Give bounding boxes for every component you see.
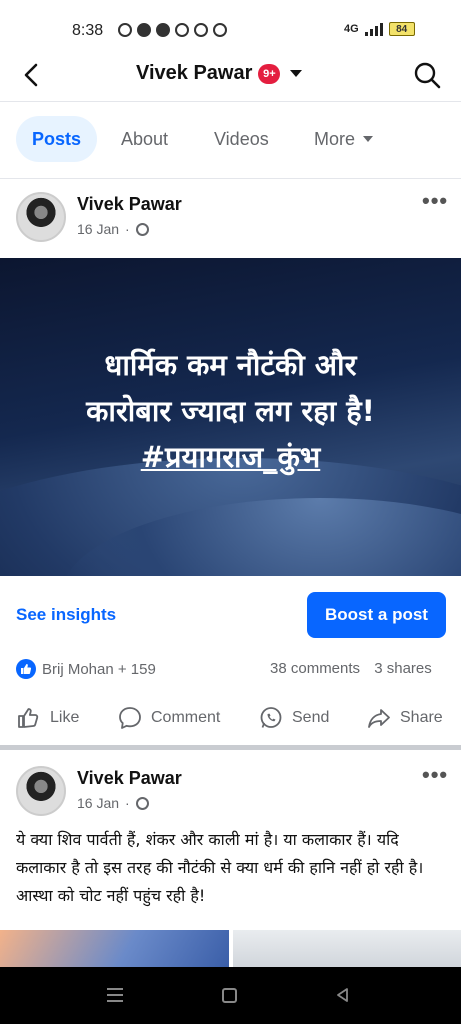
post-meta: 16 Jan ·: [77, 795, 149, 811]
share-icon: [368, 709, 390, 728]
globe-icon: [135, 796, 149, 810]
post-text: ये क्या शिव पार्वती हैं, शंकर और काली मा…: [16, 830, 424, 905]
like-label: Like: [50, 709, 80, 726]
chevron-down-icon: [290, 70, 303, 77]
avatar[interactable]: [16, 192, 66, 242]
share-button[interactable]: Share: [366, 702, 443, 734]
shares-count[interactable]: 3 shares: [374, 660, 432, 677]
signal-icon: [364, 22, 383, 36]
send-label: Send: [292, 709, 330, 726]
status-bar: 8:38 4G 84: [0, 0, 461, 60]
tab-more[interactable]: More: [314, 116, 374, 162]
camera-icon: [194, 23, 208, 37]
post-date[interactable]: 16 Jan: [77, 795, 119, 811]
more-options-icon[interactable]: •••: [422, 762, 448, 788]
status-time: 8:38: [72, 22, 104, 39]
home-icon[interactable]: [222, 988, 237, 1003]
banner-text: धार्मिक कम नौटंकी और कारोबार ज्यादा लग र…: [0, 342, 461, 480]
reaction-summary[interactable]: Brij Mohan + 159: [16, 659, 156, 679]
reaction-names: Brij Mohan + 159: [42, 660, 156, 678]
page-header: Vivek Pawar 9+: [0, 52, 461, 100]
send-button[interactable]: Send: [258, 702, 329, 734]
profile-tabs: Posts About Videos More: [0, 116, 461, 166]
tab-about[interactable]: About: [121, 116, 168, 162]
post-date[interactable]: 16 Jan: [77, 221, 119, 237]
like-reaction-icon: [16, 659, 36, 679]
banner-hashtag[interactable]: #प्रयागराज_कुंभ: [0, 434, 461, 480]
like-icon: [18, 708, 39, 728]
facebook-icon: [156, 23, 170, 37]
more-options-icon[interactable]: •••: [422, 188, 448, 214]
back-arrow-icon[interactable]: [18, 60, 48, 90]
status-right: 4G 84: [344, 22, 415, 36]
profile-switcher[interactable]: Vivek Pawar 9+: [136, 62, 303, 85]
tab-videos-label: Videos: [214, 128, 269, 149]
post-image[interactable]: धार्मिक कम नौटंकी और कारोबार ज्यादा लग र…: [0, 258, 461, 576]
battery-icon: 84: [388, 22, 415, 36]
back-icon[interactable]: [335, 987, 351, 1003]
comment-icon: [119, 707, 141, 729]
tab-more-label: More: [314, 128, 356, 149]
engagement-counts: 38 comments 3 shares: [270, 660, 432, 677]
whatsapp-icon: [118, 23, 132, 37]
post-separator: [0, 745, 461, 750]
post-image[interactable]: [233, 930, 461, 970]
notification-icons: [118, 23, 227, 37]
see-insights-link[interactable]: See insights: [16, 605, 116, 625]
post-author[interactable]: Vivek Pawar: [77, 194, 182, 215]
boost-post-button[interactable]: Boost a post: [307, 592, 446, 638]
network-label: 4G: [344, 23, 359, 35]
share-label: Share: [400, 709, 443, 726]
post-images: [0, 930, 461, 970]
banner-line: कारोबार ज्यादा लग रहा है!: [86, 394, 375, 428]
comments-count[interactable]: 38 comments: [270, 660, 360, 677]
tab-posts-label: Posts: [32, 128, 82, 149]
search-icon[interactable]: [412, 60, 442, 90]
post-author[interactable]: Vivek Pawar: [77, 768, 182, 789]
post-header: Vivek Pawar 16 Jan · •••: [0, 756, 461, 826]
like-button[interactable]: Like: [16, 702, 79, 734]
chevron-down-icon: [363, 136, 374, 142]
recent-apps-icon[interactable]: [107, 988, 123, 1002]
notification-badge: 9+: [258, 63, 281, 84]
post-image[interactable]: [0, 930, 229, 970]
notification-icon: [137, 23, 151, 37]
tabs-divider: [0, 178, 461, 179]
page-title: Vivek Pawar: [136, 62, 253, 84]
avatar[interactable]: [16, 766, 66, 816]
tab-videos[interactable]: Videos: [214, 116, 269, 162]
tab-about-label: About: [121, 128, 169, 149]
header-divider: [0, 101, 461, 102]
globe-icon: [135, 222, 149, 236]
banner-line: धार्मिक कम नौटंकी और: [104, 348, 357, 382]
whatsapp-icon: [260, 707, 282, 728]
tab-posts[interactable]: Posts: [16, 116, 98, 162]
comment-button[interactable]: Comment: [117, 702, 220, 734]
post-header: Vivek Pawar 16 Jan · •••: [0, 182, 461, 252]
system-nav-bar: [0, 967, 461, 1024]
record-icon: [175, 23, 189, 37]
post-meta: 16 Jan ·: [77, 221, 149, 237]
whatsapp-icon: [213, 23, 227, 37]
comment-label: Comment: [151, 709, 221, 726]
